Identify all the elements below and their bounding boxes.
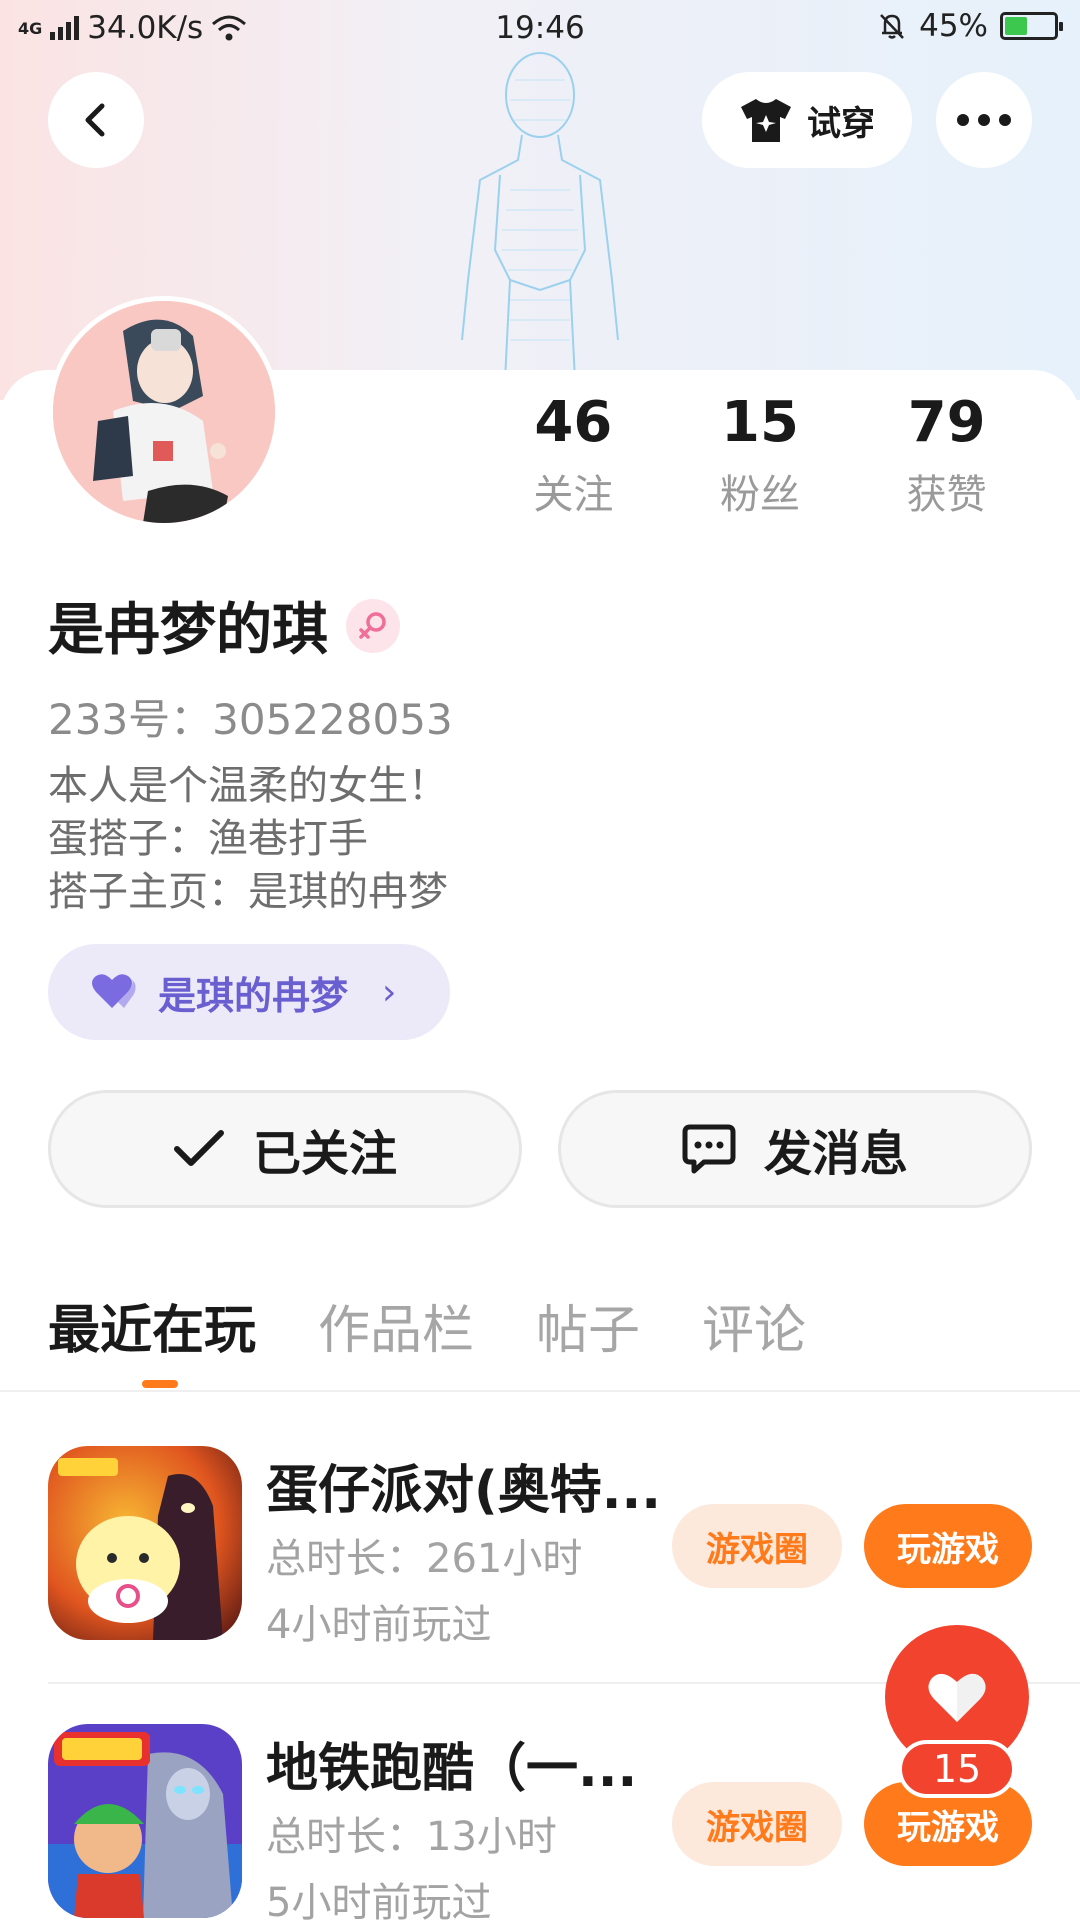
stat-value: 46 <box>534 390 613 455</box>
chevron-right-icon: › <box>382 971 397 1013</box>
try-on-button[interactable]: 试穿 <box>702 72 912 168</box>
avatar[interactable] <box>48 296 280 528</box>
avatar-illustration <box>53 301 275 523</box>
stat-likes[interactable]: 79 获赞 <box>853 390 1040 520</box>
game-duration: 总时长：261小时 <box>266 1536 583 1582</box>
profile-tabs: 最近在玩 作品栏 帖子 评论 <box>48 1288 806 1363</box>
pair-link-button[interactable]: 是琪的冉梦 › <box>48 944 450 1040</box>
game-last-played: 4小时前玩过 <box>266 1602 492 1648</box>
stat-following[interactable]: 46 关注 <box>480 390 667 520</box>
female-icon <box>359 611 386 639</box>
chat-bubble-icon <box>682 1124 736 1174</box>
back-arrow-icon <box>85 103 105 137</box>
bio: 本人是个温柔的女生！ 蛋搭子：渔巷打手 搭子主页：是琪的冉梦 <box>48 760 448 919</box>
user-id: 233号：305228053 <box>48 695 453 744</box>
followed-label: 已关注 <box>252 1126 397 1182</box>
stat-label: 关注 <box>533 472 614 518</box>
game-title: 地铁跑酷（一... <box>266 1739 638 1799</box>
game-circle-button[interactable]: 游戏圈 <box>672 1504 842 1588</box>
name-row: 是冉梦的琪 <box>48 585 400 666</box>
stat-value: 15 <box>721 390 799 455</box>
game-list-item[interactable]: 蛋仔派对(奥特... 总时长：261小时 4小时前玩过 游戏圈 玩游戏 <box>48 1446 1032 1676</box>
game-duration: 总时长：13小时 <box>266 1814 557 1860</box>
play-game-button[interactable]: 玩游戏 <box>864 1504 1032 1588</box>
game-icon-subway-surfers[interactable] <box>48 1724 242 1918</box>
battery-icon <box>1000 12 1063 40</box>
heart-icon <box>928 1673 986 1722</box>
try-on-label: 试穿 <box>807 103 875 144</box>
bio-line: 本人是个温柔的女生！ <box>48 763 448 809</box>
tshirt-icon <box>741 99 791 142</box>
gender-badge <box>346 598 400 653</box>
stat-label: 获赞 <box>906 472 987 518</box>
bio-line: 蛋搭子：渔巷打手 <box>48 816 368 862</box>
message-label: 发消息 <box>763 1126 908 1182</box>
mute-bell-icon <box>880 14 904 39</box>
avatar-3d-figure <box>461 52 619 380</box>
more-button[interactable] <box>936 72 1032 168</box>
pair-link-label: 是琪的冉梦 <box>158 973 349 1018</box>
game-last-played: 5小时前玩过 <box>266 1880 492 1920</box>
status-bar: 4G 34.0K/s 19:46 45% <box>0 0 1080 58</box>
like-count-badge: 15 <box>898 1740 1016 1798</box>
game-circle-button[interactable]: 游戏圈 <box>672 1782 842 1866</box>
profile-name: 是冉梦的琪 <box>48 598 328 663</box>
stat-followers[interactable]: 15 粉丝 <box>667 390 854 520</box>
game-title: 蛋仔派对(奥特... <box>266 1461 662 1521</box>
message-button[interactable]: 发消息 <box>558 1090 1032 1208</box>
bio-line: 搭子主页：是琪的冉梦 <box>48 869 448 915</box>
game-list-item[interactable]: 地铁跑酷（一... 总时长：13小时 5小时前玩过 游戏圈 玩游戏 <box>48 1724 1032 1920</box>
stat-value: 79 <box>907 390 986 455</box>
game-icon-art <box>48 1724 242 1918</box>
tab-comments[interactable]: 评论 <box>702 1288 806 1363</box>
stat-label: 粉丝 <box>720 472 800 518</box>
game-icon-art <box>48 1446 242 1640</box>
tabs-divider <box>0 1390 1080 1392</box>
more-dots-icon <box>957 114 1011 126</box>
tab-works[interactable]: 作品栏 <box>318 1288 474 1363</box>
battery-percent: 45% <box>919 8 988 44</box>
profile-stats: 46 关注 15 粉丝 79 获赞 <box>480 390 1040 520</box>
back-button[interactable] <box>48 72 144 168</box>
tab-recently-played[interactable]: 最近在玩 <box>48 1288 256 1363</box>
tab-posts[interactable]: 帖子 <box>536 1288 640 1363</box>
active-tab-indicator <box>142 1380 178 1388</box>
double-heart-icon <box>92 974 136 1008</box>
followed-button[interactable]: 已关注 <box>48 1090 522 1208</box>
game-icon-eggy-party[interactable] <box>48 1446 242 1640</box>
check-icon <box>173 1130 224 1166</box>
